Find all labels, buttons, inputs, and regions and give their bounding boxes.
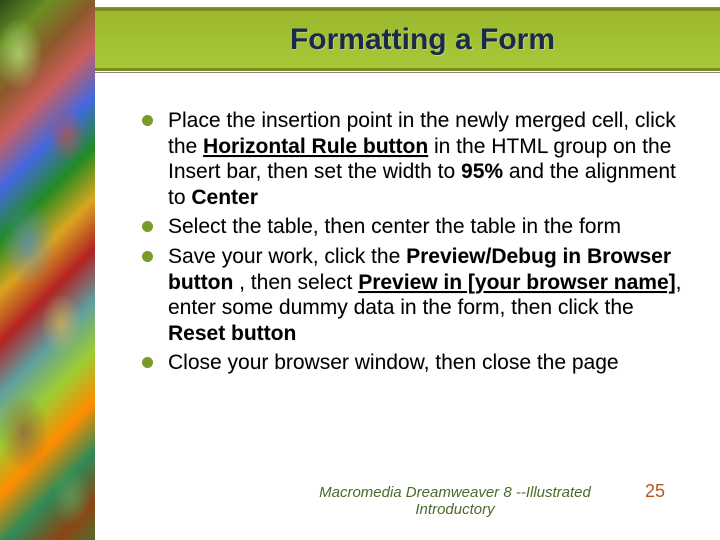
text-segment: Center [191, 186, 258, 209]
decorative-sidebar-image [0, 0, 95, 540]
bullet-item: Save your work, click the Preview/Debug … [140, 244, 690, 346]
page-number: 25 [620, 481, 720, 502]
text-segment: Select the table, then center the table … [168, 215, 621, 238]
text-segment: Save your work, click the [168, 245, 406, 268]
footer: Macromedia Dreamweaver 8 --Illustrated I… [190, 481, 720, 518]
slide-title: Formatting a Form [260, 23, 555, 57]
title-band: Formatting a Form [95, 0, 720, 80]
text-segment: 95% [461, 160, 503, 183]
text-segment: Preview in [your browser name] [358, 271, 675, 294]
text-segment: Horizontal Rule button [203, 135, 428, 158]
bullet-item: Place the insertion point in the newly m… [140, 108, 690, 210]
bullet-list: Place the insertion point in the newly m… [140, 108, 690, 376]
bullet-item: Select the table, then center the table … [140, 214, 690, 240]
text-segment: , then select [233, 271, 358, 294]
slide: Formatting a Form Place the insertion po… [0, 0, 720, 540]
text-segment: Reset button [168, 322, 296, 345]
footer-text: Macromedia Dreamweaver 8 --Illustrated I… [190, 484, 620, 518]
body-area: Place the insertion point in the newly m… [95, 80, 720, 376]
bullet-item: Close your browser window, then close th… [140, 350, 690, 376]
text-segment: Close your browser window, then close th… [168, 351, 619, 374]
content-area: Formatting a Form Place the insertion po… [95, 0, 720, 540]
